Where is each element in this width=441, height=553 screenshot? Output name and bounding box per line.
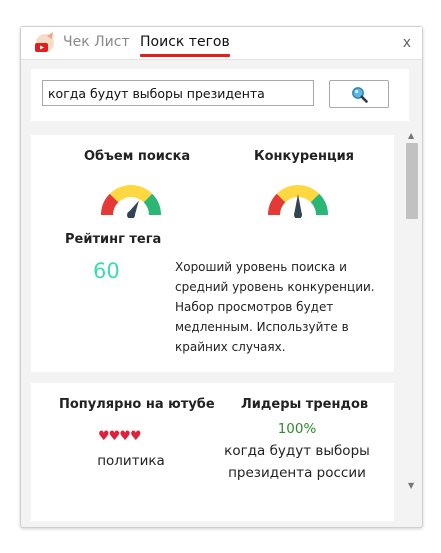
search-icon <box>352 87 368 103</box>
trend-term-line1: когда будут выборы <box>224 443 370 459</box>
scroll-down-arrow-icon[interactable]: ▼ <box>408 481 414 490</box>
competition-label: Конкуренция <box>254 149 355 164</box>
popular-term: политика <box>97 453 165 469</box>
extension-panel: Чек Лист Поиск тегов x Объем поиска <box>20 26 423 528</box>
search-volume-gauge-icon <box>101 185 161 218</box>
close-button[interactable]: x <box>403 35 411 51</box>
scroll-up-arrow-icon[interactable]: ▲ <box>408 131 414 140</box>
active-tab-underline <box>140 54 230 57</box>
search-input[interactable] <box>42 80 314 106</box>
search-button[interactable] <box>329 80 389 108</box>
tab-tag-search[interactable]: Поиск тегов <box>140 34 230 57</box>
popularity-hearts-icon: ♥♥♥♥ <box>98 429 142 444</box>
tab-tag-search-label: Поиск тегов <box>140 34 230 50</box>
vertical-scrollbar[interactable]: ▲ ▼ <box>404 131 420 497</box>
tag-rating-score: 60 <box>93 259 120 283</box>
search-bar <box>31 69 409 121</box>
trend-percent: 100% <box>277 421 317 437</box>
popular-youtube-label: Популярно на ютубе <box>59 397 215 412</box>
tab-checklist[interactable]: Чек Лист <box>63 34 130 50</box>
trends-card: Популярно на ютубе Лидеры трендов ♥♥♥♥ п… <box>31 383 394 521</box>
competition-gauge-icon <box>268 185 328 218</box>
tag-rating-label: Рейтинг тега <box>65 232 162 247</box>
app-logo-icon <box>35 32 54 52</box>
trend-leaders-label: Лидеры трендов <box>241 397 369 412</box>
tag-description: Хороший уровень поиска и средний уровень… <box>175 260 375 354</box>
panel-header: Чек Лист Поиск тегов x <box>21 27 422 60</box>
metrics-card: Объем поиска Конкуренция Рейтинг тега 60… <box>31 135 394 372</box>
search-volume-label: Объем поиска <box>84 149 191 164</box>
scroll-thumb[interactable] <box>406 143 418 219</box>
tab-checklist-label: Чек Лист <box>63 34 130 50</box>
trend-term-line2: президента россии <box>228 465 366 481</box>
results-scroll-area[interactable]: Объем поиска Конкуренция Рейтинг тега 60… <box>31 135 403 521</box>
